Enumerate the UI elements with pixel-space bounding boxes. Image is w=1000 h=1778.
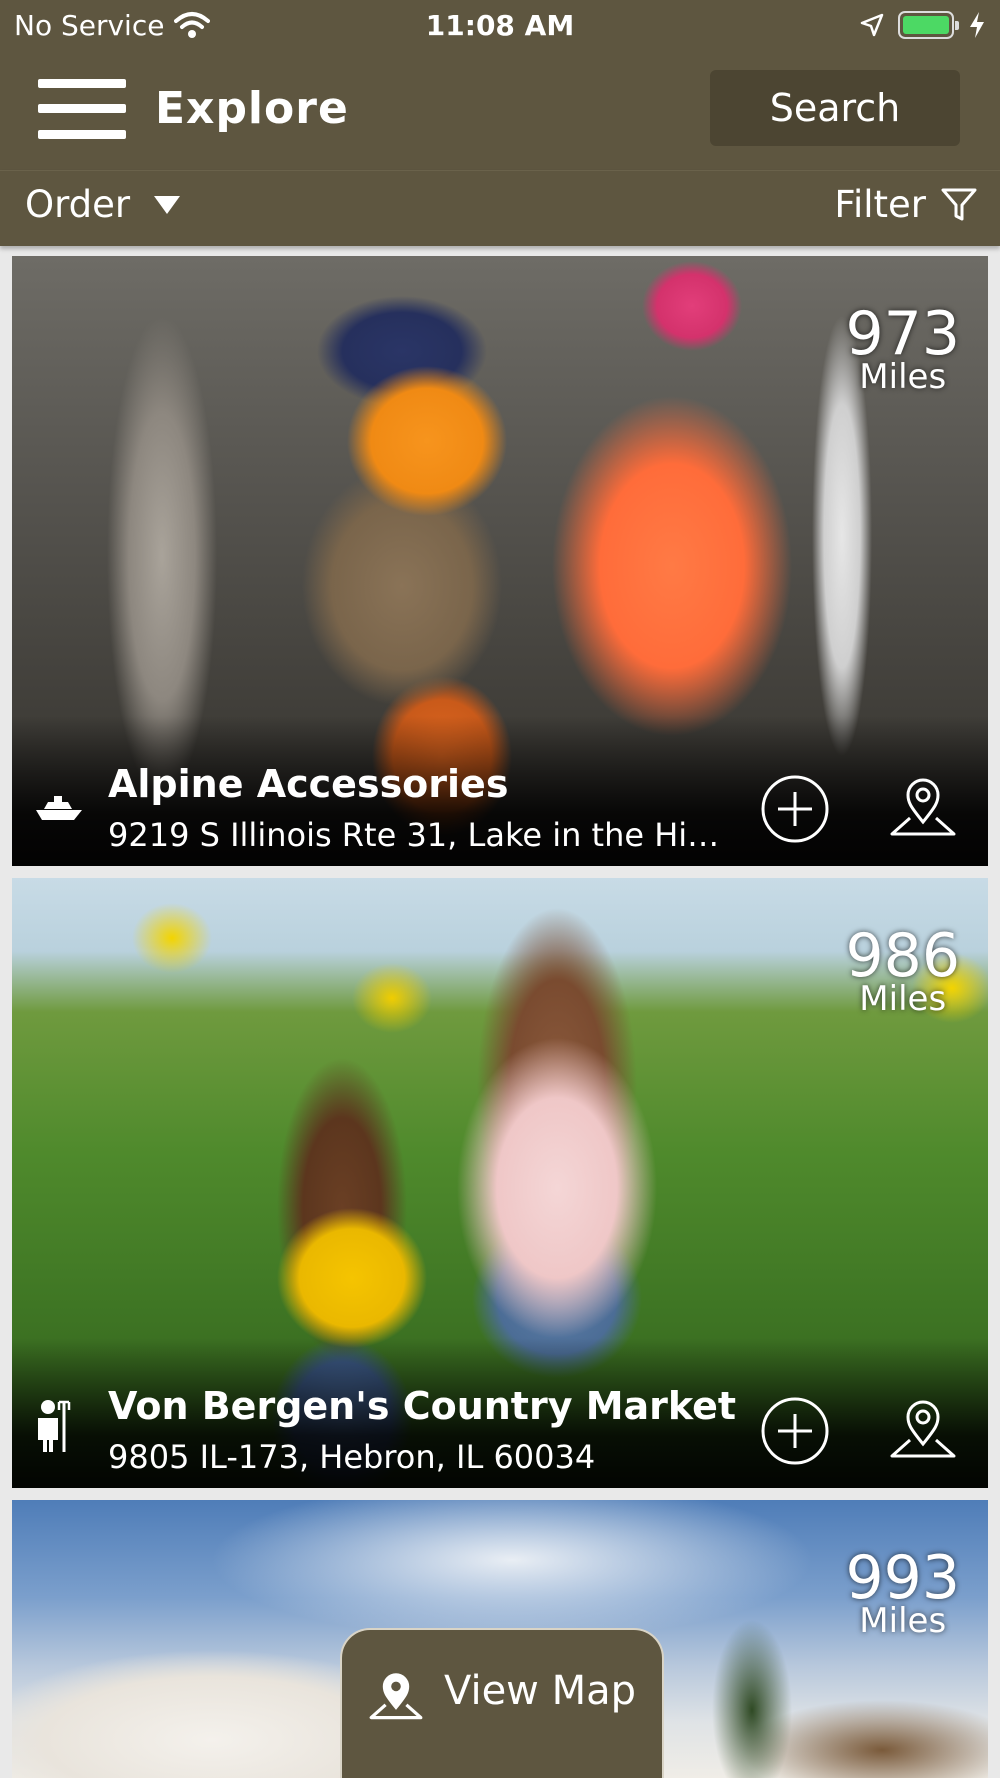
listing-card[interactable]: 973 Miles Alpine Accessories 9219 S Illi… [12,256,988,866]
listing-address: 9805 IL-173, Hebron, IL 60034 [108,1438,596,1476]
battery-icon [898,11,959,39]
hamburger-menu-icon[interactable] [38,79,126,139]
distance-badge: 973 Miles [845,304,960,394]
filter-funnel-icon [941,188,977,220]
listing-card[interactable]: 986 Miles Von Bergen's Country Market 98… [12,878,988,1488]
boat-icon [36,796,82,820]
distance-value: 993 [845,1543,960,1613]
listing-address: 9219 S Illinois Rte 31, Lake in the Hill… [108,816,728,854]
distance-unit: Miles [859,1601,947,1641]
listing-name: Alpine Accessories [108,762,509,806]
order-dropdown[interactable]: Order [25,183,182,226]
order-label: Order [25,183,131,226]
sort-filter-bar: Order Filter [0,170,1000,246]
view-map-button[interactable]: View Map [340,1628,664,1778]
map-pin-icon[interactable] [888,1394,958,1464]
battery-fill [903,16,949,34]
location-arrow-icon [860,13,884,37]
page-title: Explore [155,83,349,134]
distance-badge: 986 Miles [845,926,960,1016]
add-plus-icon[interactable] [760,774,830,844]
filter-label: Filter [834,183,926,226]
status-left: No Service [14,8,211,42]
distance-unit: Miles [859,979,947,1019]
farmer-icon [38,1400,71,1452]
search-button[interactable]: Search [710,70,960,146]
wifi-icon [174,12,211,38]
distance-badge: 993 Miles [845,1548,960,1638]
status-bar: No Service 11:08 AM [0,0,1000,50]
add-plus-icon[interactable] [760,1396,830,1466]
distance-unit: Miles [859,357,947,397]
charging-bolt-icon [970,12,984,38]
listing-name: Von Bergen's Country Market [108,1384,737,1428]
status-right [860,11,986,39]
triangle-down-icon [154,195,181,214]
map-pin-icon[interactable] [888,772,958,842]
distance-value: 973 [845,299,960,369]
nav-bar: Explore Search [0,50,1000,170]
filter-button[interactable]: Filter [834,183,978,226]
view-map-label: View Map [443,1668,637,1714]
distance-value: 986 [845,921,960,991]
map-pin-icon [369,1673,423,1720]
carrier-label: No Service [14,8,165,42]
